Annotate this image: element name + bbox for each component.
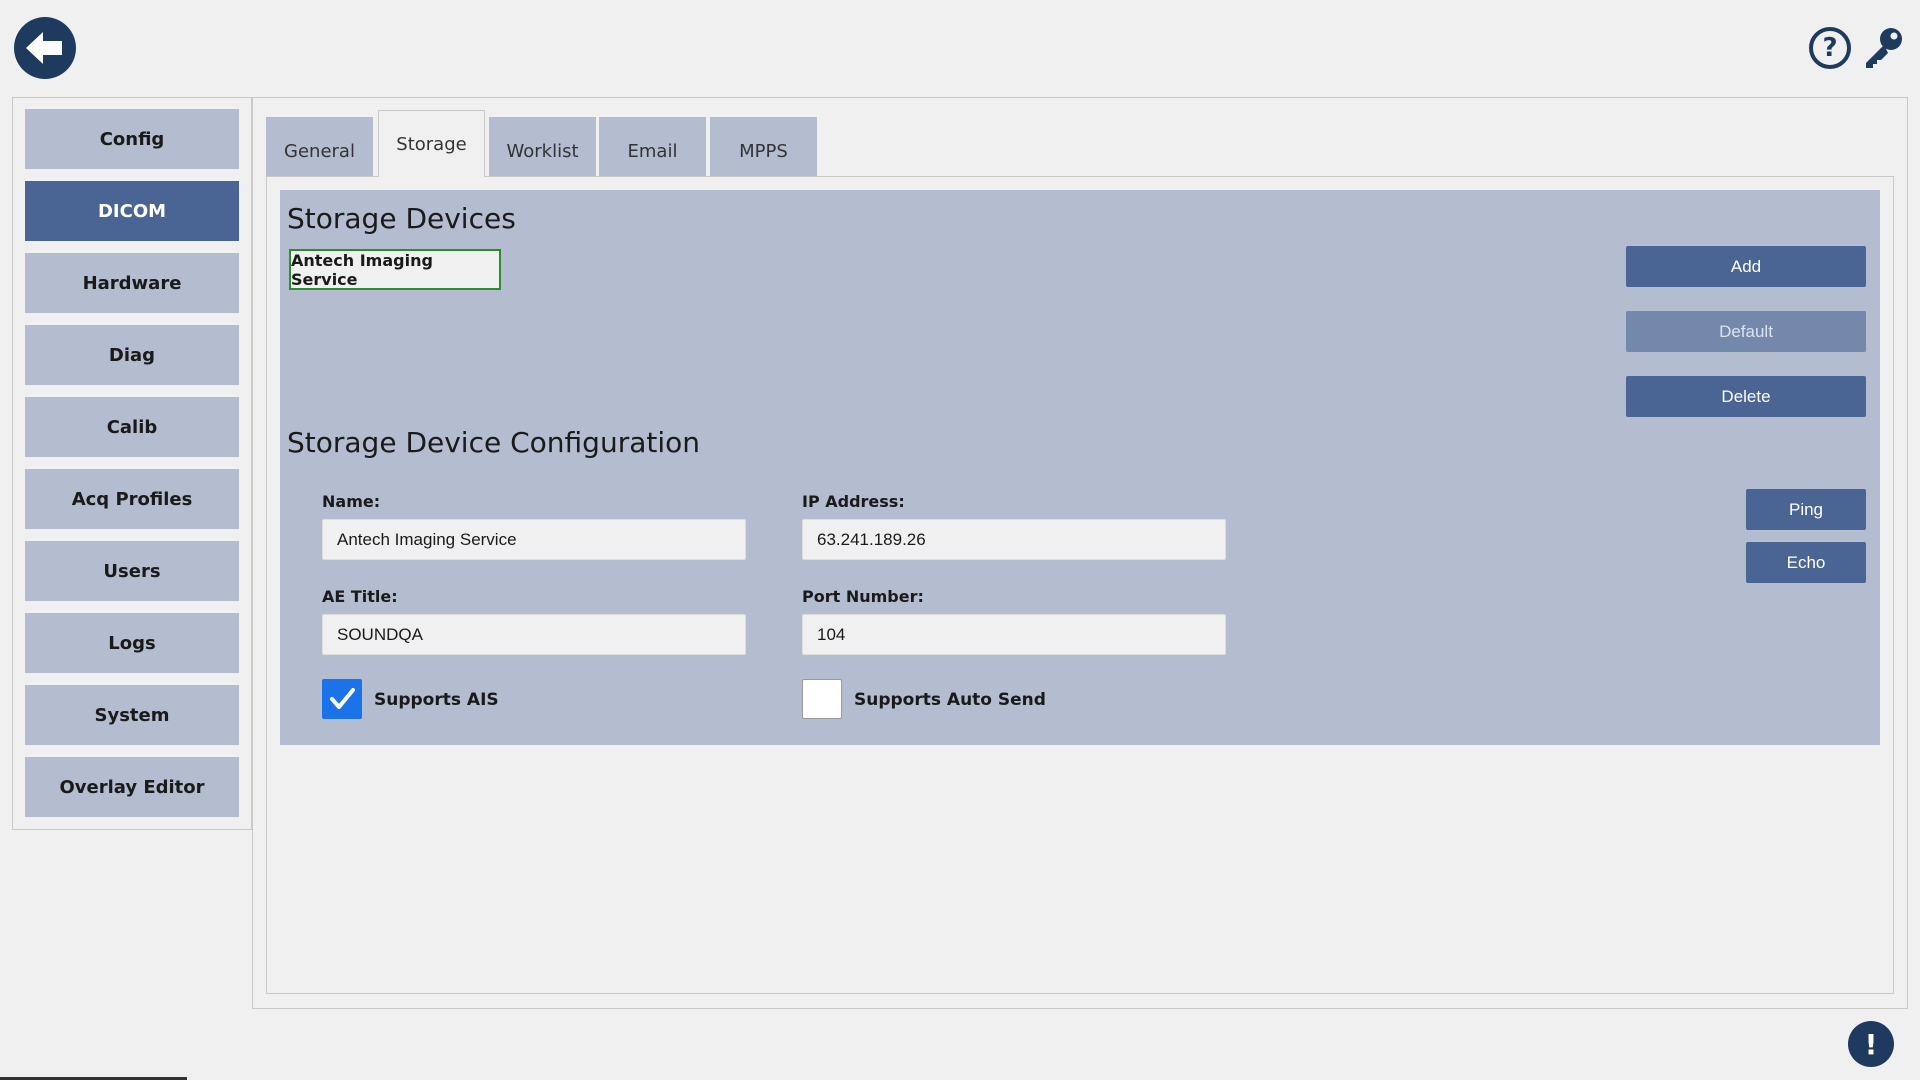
tab-storage[interactable]: Storage bbox=[378, 110, 485, 177]
ping-button-label: Ping bbox=[1788, 499, 1824, 519]
checkmark-icon bbox=[330, 688, 355, 709]
tab-label: Email bbox=[627, 141, 678, 162]
echo-button[interactable]: Echo bbox=[1746, 542, 1866, 583]
tab-general[interactable]: General bbox=[266, 117, 373, 176]
sidebar-item-overlay-editor[interactable]: Overlay Editor bbox=[25, 757, 239, 817]
sidebar-item-label: Calib bbox=[106, 416, 158, 438]
tab-label: Worklist bbox=[506, 141, 579, 162]
sidebar-item-label: Diag bbox=[108, 344, 156, 366]
tab-mpps[interactable]: MPPS bbox=[710, 117, 817, 176]
delete-button-label: Delete bbox=[1721, 386, 1771, 406]
storage-config-title: Storage Device Configuration bbox=[287, 426, 700, 459]
add-button-label: Add bbox=[1730, 256, 1762, 276]
back-button[interactable] bbox=[14, 17, 76, 79]
sidebar-item-logs[interactable]: Logs bbox=[25, 613, 239, 673]
supports-ais-checkbox[interactable] bbox=[322, 679, 362, 719]
sidebar-item-label: Acq Profiles bbox=[71, 488, 193, 510]
sidebar-item-users[interactable]: Users bbox=[25, 541, 239, 601]
default-button-label: Default bbox=[1719, 321, 1773, 341]
sidebar-item-system[interactable]: System bbox=[25, 685, 239, 745]
sidebar-item-diag[interactable]: Diag bbox=[25, 325, 239, 385]
exclamation-icon[interactable]: ! bbox=[1848, 1021, 1894, 1067]
name-value: Antech Imaging Service bbox=[337, 529, 517, 549]
name-label: Name: bbox=[322, 492, 381, 511]
port-number-field[interactable]: 104 bbox=[802, 614, 1226, 655]
sidebar-item-config[interactable]: Config bbox=[25, 109, 239, 169]
ip-address-field[interactable]: 63.241.189.26 bbox=[802, 519, 1226, 560]
storage-device-label: Antech Imaging Service bbox=[291, 250, 433, 289]
add-button[interactable]: Add bbox=[1626, 246, 1866, 287]
help-glyph: ? bbox=[1822, 33, 1838, 63]
sidebar-item-hardware[interactable]: Hardware bbox=[25, 253, 239, 313]
tab-label: General bbox=[284, 141, 355, 162]
supports-ais-label[interactable]: Supports AIS bbox=[374, 690, 499, 710]
sidebar-item-label: Overlay Editor bbox=[59, 776, 205, 798]
ip-address-value: 63.241.189.26 bbox=[817, 529, 926, 549]
back-arrow-icon bbox=[26, 32, 62, 64]
default-button[interactable]: Default bbox=[1626, 311, 1866, 352]
storage-device-item[interactable]: Antech Imaging Service bbox=[289, 249, 501, 290]
ae-title-field[interactable]: SOUNDQA bbox=[322, 614, 746, 655]
tab-worklist[interactable]: Worklist bbox=[489, 117, 596, 176]
supports-auto-send-checkbox[interactable] bbox=[802, 679, 842, 719]
sidebar-item-label: Users bbox=[103, 560, 161, 582]
sidebar-item-label: DICOM bbox=[97, 200, 167, 222]
sidebar-item-label: Hardware bbox=[82, 272, 182, 294]
ip-address-label: IP Address: bbox=[802, 492, 905, 511]
tab-label: Storage bbox=[396, 133, 467, 155]
echo-button-label: Echo bbox=[1786, 552, 1826, 572]
sidebar-item-label: System bbox=[94, 704, 170, 726]
sidebar-item-dicom[interactable]: DICOM bbox=[25, 181, 239, 241]
storage-devices-title: Storage Devices bbox=[287, 202, 516, 235]
alert-glyph: ! bbox=[1864, 1027, 1878, 1061]
tab-email[interactable]: Email bbox=[599, 117, 706, 176]
supports-auto-send-label[interactable]: Supports Auto Send bbox=[854, 690, 1046, 710]
sidebar-item-calib[interactable]: Calib bbox=[25, 397, 239, 457]
name-field[interactable]: Antech Imaging Service bbox=[322, 519, 746, 560]
port-number-label: Port Number: bbox=[802, 587, 924, 606]
help-icon[interactable]: ? bbox=[1809, 27, 1851, 69]
sidebar-item-label: Config bbox=[99, 128, 165, 150]
tab-label: MPPS bbox=[739, 141, 788, 162]
ping-button[interactable]: Ping bbox=[1746, 489, 1866, 530]
key-icon[interactable] bbox=[1862, 26, 1904, 70]
ae-title-label: AE Title: bbox=[322, 587, 398, 606]
ae-title-value: SOUNDQA bbox=[337, 624, 423, 644]
delete-button[interactable]: Delete bbox=[1626, 376, 1866, 417]
port-number-value: 104 bbox=[817, 624, 846, 644]
sidebar-item-label: Logs bbox=[108, 632, 156, 654]
sidebar-item-acq-profiles[interactable]: Acq Profiles bbox=[25, 469, 239, 529]
